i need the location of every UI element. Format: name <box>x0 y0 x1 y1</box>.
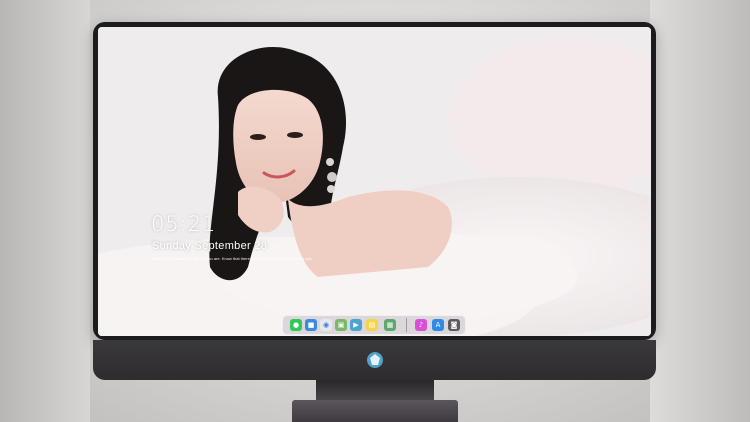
messages-icon[interactable]: ● <box>290 319 302 331</box>
notes-icon[interactable]: ▤ <box>366 319 378 331</box>
safari-icon[interactable]: ◉ <box>320 319 332 331</box>
stand-neck <box>316 380 434 402</box>
lockscreen-date: Sunday September 28 <box>152 240 268 252</box>
preview-icon[interactable]: ▦ <box>384 319 396 331</box>
finder-icon[interactable]: ■ <box>305 319 317 331</box>
photos-icon[interactable]: ▣ <box>335 319 347 331</box>
screen <box>98 27 651 336</box>
backdrop-left <box>0 0 90 422</box>
backdrop-right <box>650 0 750 422</box>
itunes-icon[interactable]: ♪ <box>415 319 427 331</box>
wallpaper-image <box>98 27 651 336</box>
lockscreen-time: 05:21 <box>151 212 217 236</box>
dock-separator <box>406 318 407 332</box>
lockscreen-quote: Believe in yourself and all that you are… <box>152 256 312 261</box>
appstore-icon[interactable]: A <box>432 319 444 331</box>
camera-icon[interactable]: ◙ <box>448 319 460 331</box>
video-icon[interactable]: ▶ <box>350 319 362 331</box>
stand-base <box>292 400 458 422</box>
brand-logo-icon <box>367 352 383 368</box>
